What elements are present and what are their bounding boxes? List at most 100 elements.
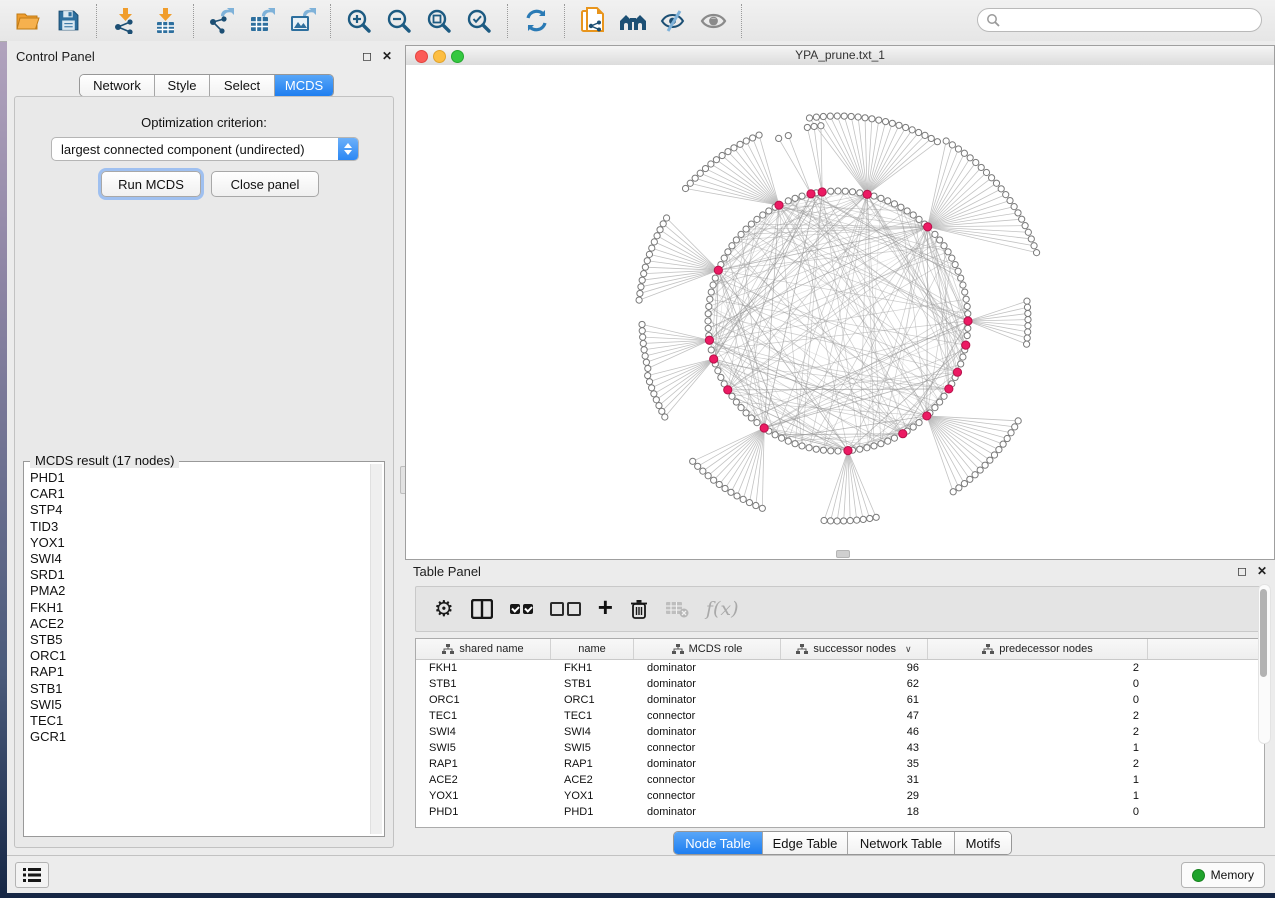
table-row[interactable]: SWI5SWI5connector431 bbox=[416, 740, 1264, 756]
table-cell-mcds_role: dominator bbox=[634, 758, 781, 770]
column-header-MCDS-role[interactable]: MCDS role bbox=[634, 639, 781, 659]
mcds-result-item[interactable]: SWI5 bbox=[30, 697, 364, 713]
tab-network-table[interactable]: Network Table bbox=[848, 832, 955, 854]
table-panel-float-icon[interactable]: ◻ bbox=[1237, 564, 1247, 578]
network-canvas-area[interactable] bbox=[406, 65, 1274, 559]
control-panel: Control Panel ◻ ✕ Network Style Select M… bbox=[8, 45, 400, 856]
mcds-result-item[interactable]: SRD1 bbox=[30, 567, 364, 583]
tab-style[interactable]: Style bbox=[155, 75, 210, 96]
tab-mcds[interactable]: MCDS bbox=[275, 75, 333, 96]
main-area: Control Panel ◻ ✕ Network Style Select M… bbox=[7, 41, 1275, 893]
open-session-icon[interactable] bbox=[8, 4, 48, 38]
mcds-result-item[interactable]: TID3 bbox=[30, 519, 364, 535]
column-header-name[interactable]: name bbox=[551, 639, 634, 659]
new-network-from-selection-icon[interactable] bbox=[573, 4, 613, 38]
table-row[interactable]: STB1STB1dominator620 bbox=[416, 676, 1264, 692]
mcds-result-item[interactable]: ACE2 bbox=[30, 616, 364, 632]
tab-edge-table[interactable]: Edge Table bbox=[763, 832, 848, 854]
table-row[interactable]: PHD1PHD1dominator180 bbox=[416, 804, 1264, 820]
mcds-result-title: MCDS result (17 nodes) bbox=[30, 453, 179, 468]
toolbar-group-import bbox=[97, 4, 194, 38]
mcds-result-item[interactable]: ORC1 bbox=[30, 648, 364, 664]
search-field[interactable] bbox=[977, 8, 1262, 32]
tab-node-table[interactable]: Node Table bbox=[674, 832, 763, 854]
mcds-result-item[interactable]: STP4 bbox=[30, 502, 364, 518]
zoom-out-icon[interactable] bbox=[379, 4, 419, 38]
column-header-predecessor-nodes[interactable]: predecessor nodes bbox=[928, 639, 1148, 659]
table-panel-close-icon[interactable]: ✕ bbox=[1257, 564, 1267, 578]
table-cell-shared_name: RAP1 bbox=[416, 758, 551, 770]
tab-network[interactable]: Network bbox=[80, 75, 155, 96]
hide-selected-icon[interactable] bbox=[653, 4, 693, 38]
mcds-result-item[interactable]: FKH1 bbox=[30, 600, 364, 616]
table-cell-successor_nodes: 47 bbox=[781, 710, 928, 722]
table-row[interactable]: ORC1ORC1dominator610 bbox=[416, 692, 1264, 708]
refresh-icon[interactable] bbox=[516, 4, 556, 38]
close-panel-button[interactable]: Close panel bbox=[211, 171, 319, 197]
table-cell-name: YOX1 bbox=[551, 790, 634, 802]
mcds-result-list: PHD1CAR1STP4TID3YOX1SWI4SRD1PMA2FKH1ACE2… bbox=[30, 470, 364, 832]
table-row[interactable]: SWI4SWI4dominator462 bbox=[416, 724, 1264, 740]
node-table-scrollbar[interactable] bbox=[1258, 584, 1271, 744]
network-scroll-grip[interactable] bbox=[836, 550, 850, 558]
table-row[interactable]: RAP1RAP1dominator352 bbox=[416, 756, 1264, 772]
import-network-icon[interactable] bbox=[105, 4, 145, 38]
fit-content-icon[interactable] bbox=[419, 4, 459, 38]
tab-motifs[interactable]: Motifs bbox=[955, 832, 1011, 854]
run-mcds-button[interactable]: Run MCDS bbox=[101, 171, 201, 197]
delete-column-icon[interactable] bbox=[630, 594, 648, 624]
scrollbar-thumb[interactable] bbox=[1260, 589, 1267, 677]
mcds-result-item[interactable]: PHD1 bbox=[30, 470, 364, 486]
control-panel-close-icon[interactable]: ✕ bbox=[382, 49, 392, 63]
table-row[interactable]: TEC1TEC1connector472 bbox=[416, 708, 1264, 724]
import-table-icon[interactable] bbox=[145, 4, 185, 38]
mcds-result-item[interactable]: CAR1 bbox=[30, 486, 364, 502]
table-row[interactable]: ACE2ACE2connector311 bbox=[416, 772, 1264, 788]
mcds-result-item[interactable]: YOX1 bbox=[30, 535, 364, 551]
search-input[interactable] bbox=[1000, 12, 1234, 28]
export-network-icon[interactable] bbox=[202, 4, 242, 38]
toolbar-group-view bbox=[565, 4, 742, 38]
show-column-panel-icon[interactable] bbox=[471, 594, 493, 624]
mcds-result-item[interactable]: TEC1 bbox=[30, 713, 364, 729]
control-panel-float-icon[interactable]: ◻ bbox=[362, 49, 372, 63]
search-icon bbox=[986, 13, 1000, 27]
table-cell-mcds_role: connector bbox=[634, 742, 781, 754]
mcds-result-item[interactable]: PMA2 bbox=[30, 583, 364, 599]
first-neighbors-icon[interactable] bbox=[613, 4, 653, 38]
export-image-icon[interactable] bbox=[282, 4, 322, 38]
table-cell-successor_nodes: 31 bbox=[781, 774, 928, 786]
window-close-icon[interactable] bbox=[415, 50, 428, 63]
column-header-shared-name[interactable]: shared name bbox=[416, 639, 551, 659]
mcds-result-scrollbar[interactable] bbox=[370, 464, 382, 834]
table-row[interactable]: FKH1FKH1dominator962 bbox=[416, 660, 1264, 676]
show-all-icon[interactable] bbox=[693, 4, 733, 38]
table-options-gear-icon[interactable]: ⚙ bbox=[434, 594, 454, 624]
zoom-in-icon[interactable] bbox=[339, 4, 379, 38]
column-header-successor-nodes[interactable]: successor nodes∨ bbox=[781, 639, 928, 659]
table-cell-name: FKH1 bbox=[551, 662, 634, 674]
optimization-criterion-select[interactable]: largest connected component (undirected) bbox=[51, 137, 359, 161]
zoom-selected-icon[interactable] bbox=[459, 4, 499, 38]
mcds-result-item[interactable]: RAP1 bbox=[30, 664, 364, 680]
mcds-result-item[interactable]: STB1 bbox=[30, 681, 364, 697]
mcds-result-item[interactable]: STB5 bbox=[30, 632, 364, 648]
save-session-icon[interactable] bbox=[48, 4, 88, 38]
sort-indicator-icon[interactable]: ∨ bbox=[905, 644, 912, 655]
window-minimize-icon[interactable] bbox=[433, 50, 446, 63]
deselect-all-columns-icon[interactable] bbox=[550, 594, 581, 624]
mcds-result-item[interactable]: SWI4 bbox=[30, 551, 364, 567]
table-row[interactable]: YOX1YOX1connector291 bbox=[416, 788, 1264, 804]
table-cell-successor_nodes: 35 bbox=[781, 758, 928, 770]
tab-select[interactable]: Select bbox=[210, 75, 275, 96]
show-panel-list-button[interactable] bbox=[15, 862, 49, 888]
mcds-result-item[interactable]: GCR1 bbox=[30, 729, 364, 745]
window-maximize-icon[interactable] bbox=[451, 50, 464, 63]
select-all-columns-icon[interactable] bbox=[510, 594, 533, 624]
export-table-icon[interactable] bbox=[242, 4, 282, 38]
network-window-titlebar[interactable]: YPA_prune.txt_1 bbox=[406, 46, 1274, 66]
status-bar: Memory bbox=[7, 855, 1275, 893]
memory-label: Memory bbox=[1211, 868, 1254, 882]
memory-button[interactable]: Memory bbox=[1181, 862, 1265, 888]
create-column-icon[interactable]: + bbox=[598, 593, 613, 623]
